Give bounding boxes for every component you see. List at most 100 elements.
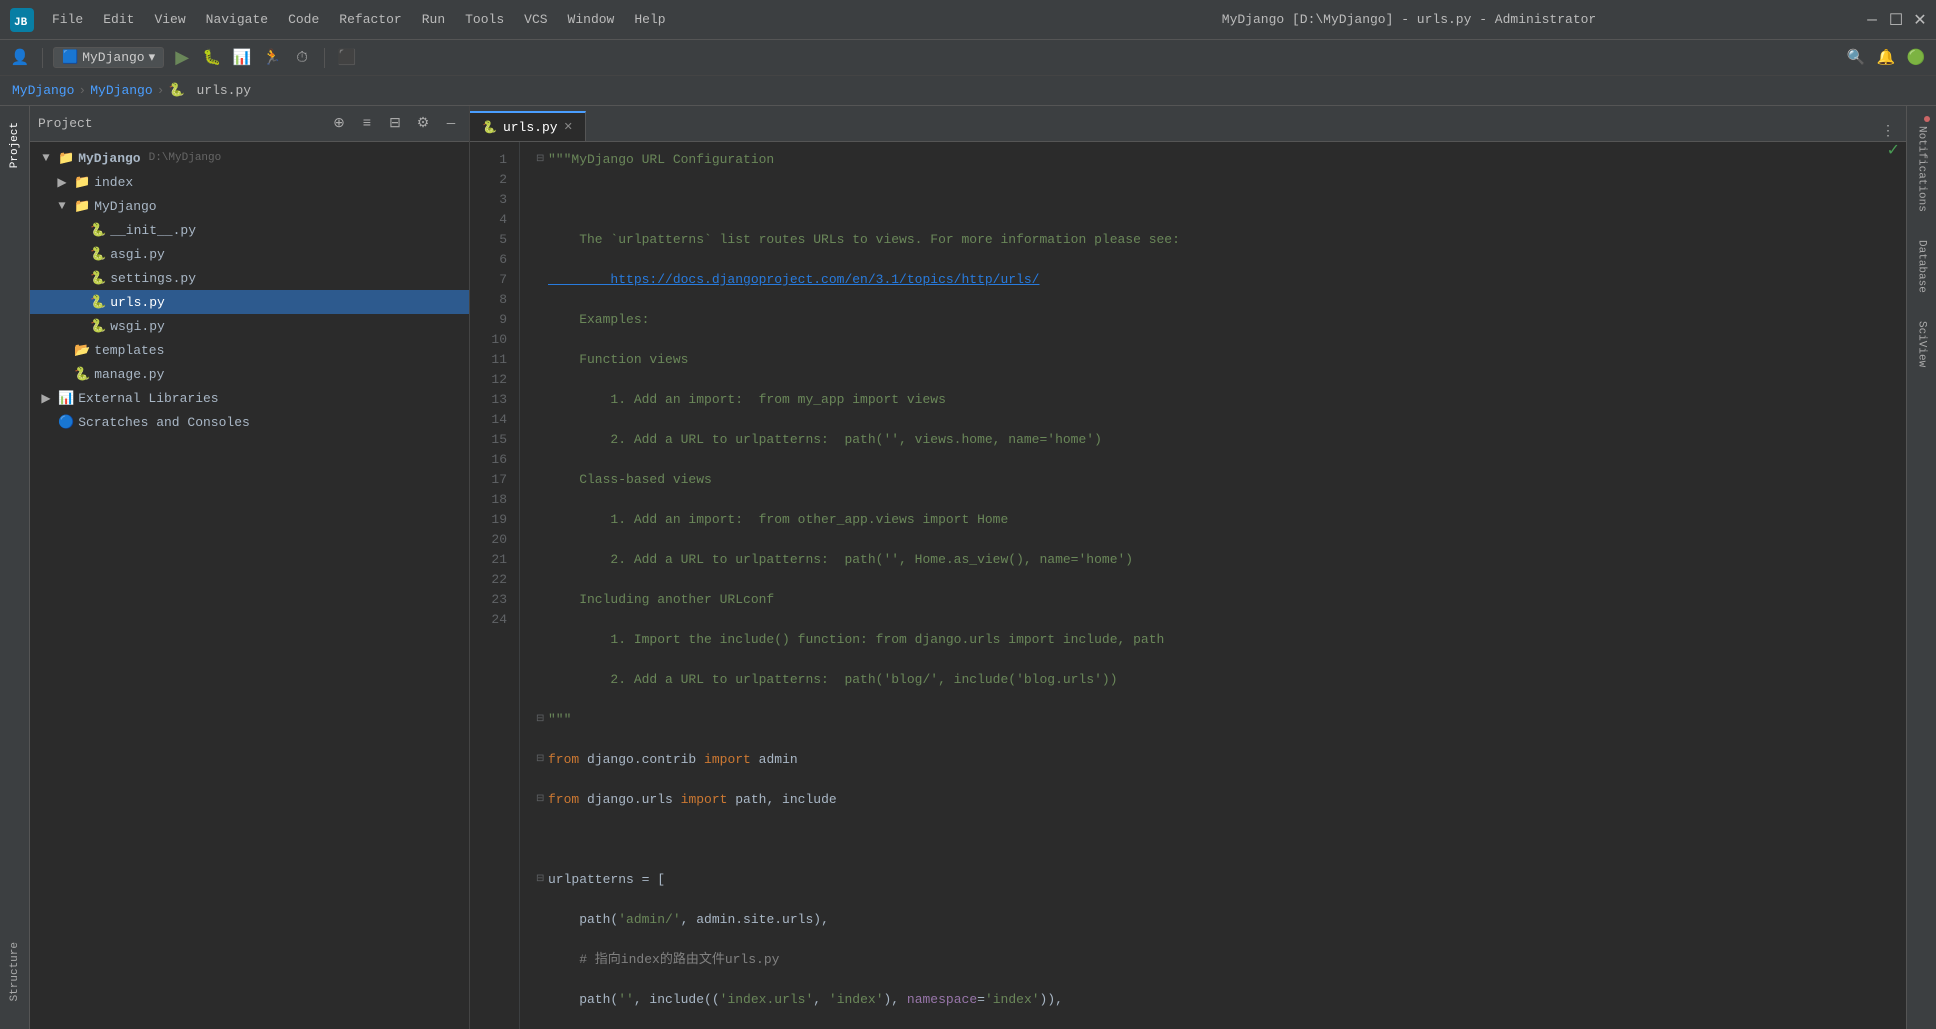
fold-marker: [536, 390, 548, 410]
tree-expand-icon: ▼: [54, 199, 70, 213]
folder-icon: 📂: [74, 343, 90, 358]
menu-item-view[interactable]: View: [146, 8, 193, 31]
tree-item-manage[interactable]: 🐍 manage.py: [30, 362, 469, 386]
tree-item-root[interactable]: ▼ 📁 MyDjango D:\MyDjango: [30, 146, 469, 170]
code-line: 2. Add a URL to urlpatterns: path('', Ho…: [536, 550, 1890, 570]
tree-item-templates[interactable]: 📂 templates: [30, 338, 469, 362]
sidebar-tab-project[interactable]: Project: [5, 114, 25, 176]
fold-marker: [536, 950, 548, 970]
py-file-icon: 🐍: [90, 247, 106, 262]
right-sidebar-strip: Notifications Database SciView: [1906, 106, 1936, 1029]
menu-item-refactor[interactable]: Refactor: [331, 8, 409, 31]
menu-item-tools[interactable]: Tools: [457, 8, 512, 31]
main-layout: Project Structure Project ⊕ ≡ ⊟ ⚙ — ▼ 📁 …: [0, 106, 1936, 1029]
menu-item-run[interactable]: Run: [414, 8, 453, 31]
code-line: ⊟urlpatterns = [: [536, 870, 1890, 890]
account-icon[interactable]: 👤: [8, 46, 32, 70]
separator: [42, 48, 43, 68]
tree-item-mydjango[interactable]: ▼ 📁 MyDjango: [30, 194, 469, 218]
run-config-icon: 🟦: [62, 50, 78, 65]
py-file-icon: 🐍: [90, 319, 106, 334]
code-line: # 指向index的路由文件urls.py: [536, 950, 1890, 970]
breadcrumb-item-1[interactable]: MyDjango: [12, 83, 74, 98]
fold-marker[interactable]: ⊟: [536, 150, 548, 170]
update-button[interactable]: 🔔: [1874, 46, 1898, 70]
app-logo: JB: [8, 6, 36, 34]
run-button[interactable]: ▶: [170, 46, 194, 70]
run-config-selector[interactable]: 🟦 MyDjango ▾: [53, 47, 164, 68]
menu-item-file[interactable]: File: [44, 8, 91, 31]
fold-marker[interactable]: ⊟: [536, 870, 548, 890]
debug-button[interactable]: 🐛: [200, 46, 224, 70]
editor-more-button[interactable]: ⋮: [1878, 121, 1898, 141]
menu-item-navigate[interactable]: Navigate: [198, 8, 276, 31]
tree-item-urls[interactable]: 🐍 urls.py: [30, 290, 469, 314]
breadcrumb-item-3: 🐍 urls.py: [168, 83, 251, 98]
tree-item-label: index: [94, 175, 133, 190]
code-line: [536, 190, 1890, 210]
menu-item-vcs[interactable]: VCS: [516, 8, 555, 31]
tree-item-scratches[interactable]: 🔵 Scratches and Consoles: [30, 410, 469, 434]
tree-item-init[interactable]: 🐍 __init__.py: [30, 218, 469, 242]
tree-item-external-libs[interactable]: ▶ 📊 External Libraries: [30, 386, 469, 410]
tree-item-index[interactable]: ▶ 📁 index: [30, 170, 469, 194]
folder-icon: 📁: [74, 199, 90, 214]
fold-marker[interactable]: ⊟: [536, 750, 548, 770]
fold-marker[interactable]: ⊟: [536, 710, 548, 730]
menu-item-help[interactable]: Help: [626, 8, 673, 31]
tree-item-asgi[interactable]: 🐍 asgi.py: [30, 242, 469, 266]
project-panel: Project ⊕ ≡ ⊟ ⚙ — ▼ 📁 MyDjango D:\MyDjan…: [30, 106, 470, 1029]
minimize-button[interactable]: —: [1864, 12, 1880, 28]
menu-item-edit[interactable]: Edit: [95, 8, 142, 31]
menu-item-window[interactable]: Window: [560, 8, 623, 31]
window-controls[interactable]: — ☐ ✕: [1864, 12, 1928, 28]
code-line: 2. Add a URL to urlpatterns: path('blog/…: [536, 670, 1890, 690]
project-toolbar: Project ⊕ ≡ ⊟ ⚙ —: [30, 106, 469, 142]
maximize-button[interactable]: ☐: [1888, 12, 1904, 28]
new-file-icon[interactable]: ⊕: [329, 114, 349, 134]
tree-expand-icon: ▶: [38, 391, 54, 406]
fold-marker: [536, 430, 548, 450]
notifications-indicator: [1924, 116, 1930, 122]
tree-item-settings[interactable]: 🐍 settings.py: [30, 266, 469, 290]
tree-item-label: asgi.py: [110, 247, 165, 262]
breadcrumb-item-2[interactable]: MyDjango: [90, 83, 152, 98]
breadcrumb-sep-1: ›: [78, 83, 86, 98]
stop-button[interactable]: ⬛: [335, 46, 359, 70]
code-line: 1. Import the include() function: from d…: [536, 630, 1890, 650]
code-content[interactable]: ⊟"""MyDjango URL Configuration The `urlp…: [520, 142, 1906, 1029]
tab-close-button[interactable]: ✕: [564, 120, 573, 134]
close-panel-icon[interactable]: —: [441, 114, 461, 134]
sidebar-tab-structure[interactable]: Structure: [5, 934, 25, 1009]
collapse-all-icon[interactable]: ≡: [357, 114, 377, 134]
settings-button[interactable]: 🟢: [1904, 46, 1928, 70]
code-line: The `urlpatterns` list routes URLs to vi…: [536, 230, 1890, 250]
fold-marker[interactable]: ⊟: [536, 790, 548, 810]
search-button[interactable]: 🔍: [1844, 46, 1868, 70]
code-line: ⊟from django.contrib import admin: [536, 750, 1890, 770]
fold-marker: [536, 350, 548, 370]
menu-item-code[interactable]: Code: [280, 8, 327, 31]
clock-button[interactable]: ⏱: [290, 46, 314, 70]
close-button[interactable]: ✕: [1912, 12, 1928, 28]
fold-marker: [536, 470, 548, 490]
code-line: 2. Add a URL to urlpatterns: path('', vi…: [536, 430, 1890, 450]
sidebar-tab-database[interactable]: Database: [1912, 228, 1932, 305]
settings-gear-icon[interactable]: ⚙: [413, 114, 433, 134]
code-line: 1. Add an import: from other_app.views i…: [536, 510, 1890, 530]
sidebar-tab-sciview[interactable]: SciView: [1912, 309, 1932, 379]
code-line: ⊟""": [536, 710, 1890, 730]
code-line: Function views: [536, 350, 1890, 370]
tree-item-label: manage.py: [94, 367, 164, 382]
code-editor[interactable]: 12345 678910 1112131415 1617181920 21222…: [470, 142, 1906, 1029]
left-sidebar-strip: Project Structure: [0, 106, 30, 1029]
ext-libs-icon: 📊: [58, 391, 74, 406]
expand-collapse-icon[interactable]: ⊟: [385, 114, 405, 134]
tab-urls-py[interactable]: 🐍 urls.py ✕: [470, 111, 586, 141]
tree-item-wsgi[interactable]: 🐍 wsgi.py: [30, 314, 469, 338]
profile-button[interactable]: 🏃: [260, 46, 284, 70]
code-line: path('admin/', admin.site.urls),: [536, 910, 1890, 930]
sidebar-tab-notifications[interactable]: Notifications: [1912, 114, 1932, 224]
fold-marker: [536, 590, 548, 610]
coverage-button[interactable]: 📊: [230, 46, 254, 70]
